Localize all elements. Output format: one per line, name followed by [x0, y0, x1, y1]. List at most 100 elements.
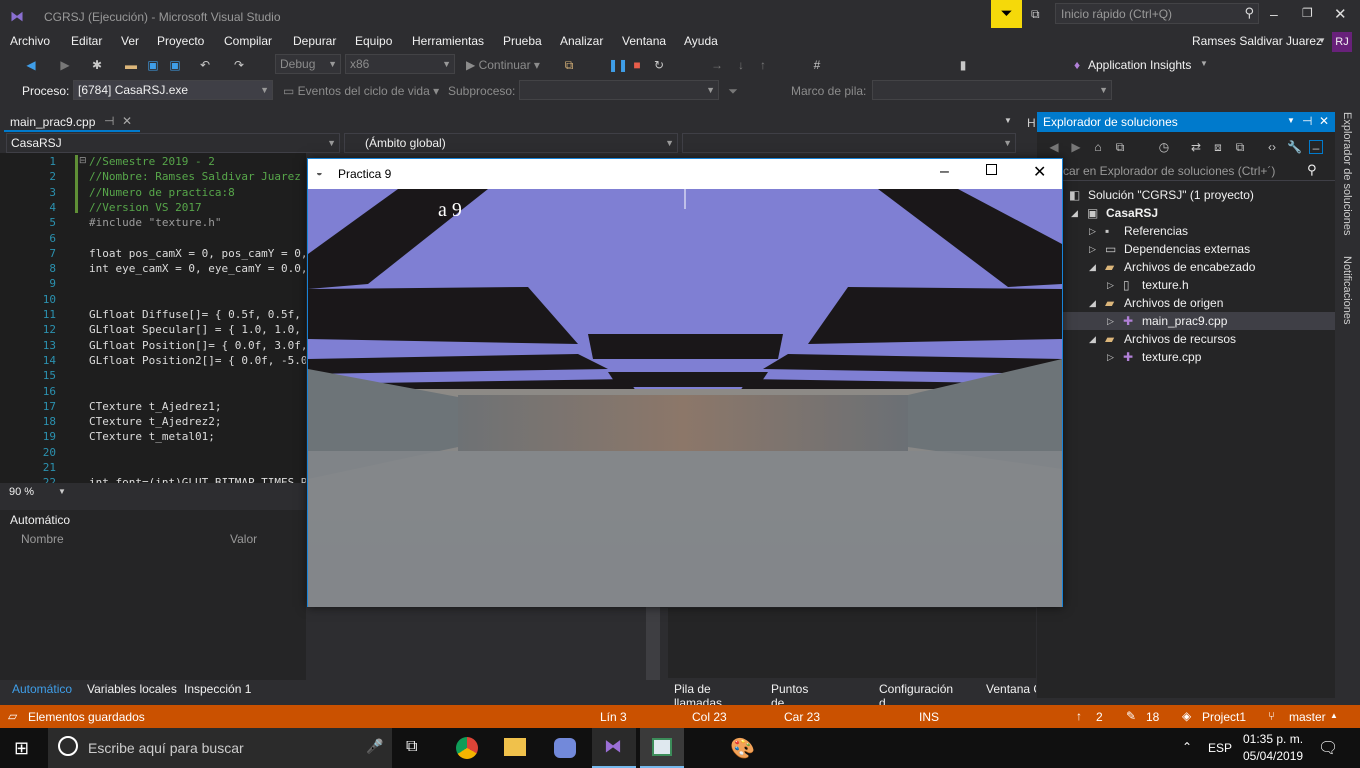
stack-frame-combo[interactable]: ▼	[872, 80, 1112, 100]
tab-automatico[interactable]: Automático	[12, 682, 72, 696]
glut-app-task[interactable]	[640, 728, 684, 768]
menu-depurar[interactable]: Depurar	[293, 34, 336, 48]
clock-time[interactable]: 01:35 p. m.	[1243, 732, 1303, 746]
branch-dropdown-icon[interactable]: ▲	[1330, 711, 1338, 720]
menu-herramientas[interactable]: Herramientas	[412, 34, 484, 48]
menu-archivo[interactable]: Archivo	[10, 34, 50, 48]
visual-studio-task[interactable]: ⧓	[592, 728, 636, 768]
project-nav-combo[interactable]: CasaRSJ ▼	[6, 133, 340, 153]
menu-proyecto[interactable]: Proyecto	[157, 34, 204, 48]
expander-icon[interactable]: ◢	[1089, 330, 1096, 348]
task-view-icon[interactable]: ⧉	[406, 738, 417, 756]
redo-icon[interactable]: ↷	[232, 58, 246, 72]
expander-icon[interactable]: ◢	[1071, 204, 1078, 222]
autos-column-value[interactable]: Valor	[230, 532, 257, 546]
tab-variables-locales[interactable]: Variables locales	[87, 682, 177, 696]
config-combo[interactable]: Debug ▼	[275, 54, 341, 74]
platform-combo[interactable]: x86 ▼	[345, 54, 455, 74]
tab-main-prac9[interactable]: main_prac9.cpp ⊣ ✕	[4, 112, 140, 132]
save-all-icon[interactable]: ▣	[168, 58, 182, 72]
expander-icon[interactable]: ▷	[1089, 240, 1096, 258]
menu-editar[interactable]: Editar	[71, 34, 102, 48]
menu-prueba[interactable]: Prueba	[503, 34, 542, 48]
restart-icon[interactable]: ↻	[652, 58, 666, 72]
scope-nav-combo[interactable]: (Ámbito global) ▼	[344, 133, 678, 153]
chrome-icon[interactable]	[456, 737, 478, 759]
expander-icon[interactable]: ▷	[1107, 312, 1114, 330]
menu-ventana[interactable]: Ventana	[622, 34, 666, 48]
expander-icon[interactable]: ◢	[1089, 294, 1096, 312]
paint-icon[interactable]: 🎨	[730, 736, 755, 761]
tree-item[interactable]: ▷ ✚ texture.cpp	[1037, 348, 1335, 366]
zoom-dropdown-icon[interactable]: ▼	[58, 487, 66, 496]
close-button[interactable]: ✕	[1334, 5, 1347, 23]
step-into-icon[interactable]: ↓	[734, 58, 748, 72]
status-project[interactable]: Project1	[1202, 710, 1246, 724]
tray-chevron-icon[interactable]: ⌃	[1182, 740, 1192, 754]
sol-back-icon[interactable]: ◀	[1047, 140, 1061, 154]
open-file-icon[interactable]: ▬	[124, 58, 138, 72]
tab-close-icon[interactable]: ✕	[122, 114, 132, 128]
step-out-icon[interactable]: ↑	[756, 58, 770, 72]
tab-ventana[interactable]: Ventana C	[986, 682, 1036, 696]
status-up[interactable]: 2	[1096, 710, 1103, 724]
tree-item[interactable]: ▷ ✚ main_prac9.cpp	[1037, 312, 1335, 330]
debug-target-icon[interactable]: ⧉	[562, 58, 576, 72]
avatar[interactable]: RJ	[1332, 32, 1352, 52]
quick-launch-input[interactable]: Inicio rápido (Ctrl+Q) ⚲	[1055, 3, 1259, 24]
panel-dropdown-icon[interactable]: ▼	[1287, 116, 1295, 125]
discord-icon[interactable]	[554, 738, 576, 758]
language-indicator[interactable]: ESP	[1208, 741, 1232, 755]
tree-item[interactable]: ▷ ▭ Dependencias externas	[1037, 240, 1335, 258]
show-all-icon[interactable]: ⧉	[1233, 140, 1247, 154]
menu-ayuda[interactable]: Ayuda	[684, 34, 718, 48]
solution-search-input[interactable]: car en Explorador de soluciones (Ctrl+´)…	[1037, 161, 1335, 181]
forward-icon[interactable]: ▶	[58, 58, 72, 72]
popup-close-button[interactable]: ✕	[1033, 162, 1046, 182]
status-edits[interactable]: 18	[1146, 710, 1159, 724]
properties-icon[interactable]: 🔧	[1287, 140, 1302, 154]
feedback-icon[interactable]: ⧉	[1031, 7, 1040, 22]
tree-item[interactable]: ▷ ▪ Referencias	[1037, 222, 1335, 240]
clock-date[interactable]: 05/04/2019	[1243, 749, 1303, 763]
minimize-button[interactable]: –	[1270, 6, 1278, 22]
step-over-icon[interactable]: →	[710, 58, 724, 72]
menu-compilar[interactable]: Compilar	[224, 34, 272, 48]
expander-icon[interactable]: ▷	[1107, 348, 1114, 366]
thread-filter-icon[interactable]: ⏷	[726, 84, 740, 98]
collapse-icon[interactable]: ⊟	[79, 155, 87, 166]
stop-icon[interactable]: ■	[630, 58, 644, 72]
back-icon[interactable]: ◀	[24, 58, 38, 72]
repo-icon[interactable]: ◈	[1182, 709, 1191, 723]
code-editor[interactable]: ⊟ 1 //Semestre 2019 - 2 2 //Nombre: Ramses …	[0, 153, 306, 483]
tree-item[interactable]: ◢ ▣ CasaRSJ	[1037, 204, 1335, 222]
app-insights-button[interactable]: Application Insights	[1088, 58, 1191, 72]
publish-icon[interactable]: ↑	[1076, 709, 1082, 723]
hex-icon[interactable]: #	[810, 58, 824, 72]
tree-item[interactable]: ◧ Solución "CGRSJ" (1 proyecto)	[1037, 186, 1335, 204]
taskbar-search-input[interactable]: Escribe aquí para buscar 🎤	[48, 728, 392, 768]
menu-ver[interactable]: Ver	[121, 34, 139, 48]
side-panel-letter[interactable]: H	[1027, 116, 1036, 130]
rail-tab-notifications[interactable]: Notificaciones	[1341, 256, 1353, 324]
expander-icon[interactable]: ▷	[1089, 222, 1096, 240]
popup-minimize-button[interactable]: –	[940, 163, 949, 181]
pencil-icon[interactable]: ✎	[1126, 709, 1136, 723]
tab-overflow-icon[interactable]: ▼	[1004, 116, 1012, 125]
panel-close-icon[interactable]: ✕	[1319, 114, 1329, 128]
menu-equipo[interactable]: Equipo	[355, 34, 392, 48]
collapse-all-icon[interactable]: ⧈	[1211, 140, 1225, 154]
lightbulb-icon[interactable]: ♦	[1070, 58, 1084, 72]
status-branch[interactable]: master	[1289, 710, 1326, 724]
maximize-button[interactable]: ❐	[1302, 6, 1313, 20]
file-explorer-icon[interactable]	[504, 738, 526, 756]
branch-icon[interactable]: ⑂	[1268, 709, 1275, 723]
practica-9-window[interactable]: ◒ Practica 9 – ✕ a 9	[307, 158, 1063, 607]
pin-icon[interactable]: ⊣	[104, 114, 114, 128]
preview-icon[interactable]: –	[1309, 140, 1323, 155]
tree-item[interactable]: ▷ ▯ texture.h	[1037, 276, 1335, 294]
expander-icon[interactable]: ▷	[1107, 276, 1114, 294]
opengl-scene[interactable]: a 9	[308, 189, 1062, 607]
filter-icon[interactable]: ⏷	[991, 0, 1022, 28]
lifecycle-events-button[interactable]: ▭ Eventos del ciclo de vida ▾	[283, 84, 439, 98]
